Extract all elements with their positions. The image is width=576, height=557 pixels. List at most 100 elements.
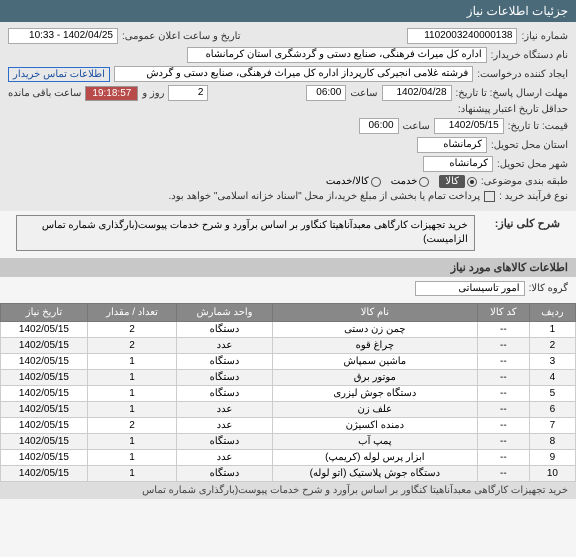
th-idx: ردیف (529, 304, 575, 322)
th-unit: واحد شمارش (177, 304, 273, 322)
cell-idx: 6 (529, 402, 575, 418)
items-header: اطلاعات کالاهای مورد نیاز (0, 258, 576, 277)
cell-unit: دستگاه (177, 322, 273, 338)
cell-date: 1402/05/15 (1, 354, 88, 370)
announce-value: 1402/04/25 - 10:33 (8, 28, 118, 44)
ship-province-label: استان محل تحویل: (491, 140, 568, 151)
purchase-checkbox[interactable] (484, 191, 495, 202)
cell-name: پمپ آب (272, 434, 477, 450)
need-no-value: 1102003240000138 (407, 28, 517, 44)
purchase-note: پرداخت تمام یا بخشی از مبلغ خرید،از محل … (8, 191, 480, 202)
cell-date: 1402/05/15 (1, 370, 88, 386)
table-row[interactable]: 3--ماشین سمپاشدستگاه11402/05/15 (1, 354, 576, 370)
ship-province: کرمانشاه (417, 137, 487, 153)
cell-unit: عدد (177, 450, 273, 466)
table-row[interactable]: 7--دمنده اکسیژنعدد21402/05/15 (1, 418, 576, 434)
cell-name: چمن زن دستی (272, 322, 477, 338)
announce-label: تاریخ و ساعت اعلان عمومی: (122, 31, 241, 42)
creator-label: ایجاد کننده درخواست: (477, 69, 568, 80)
ship-city: کرمانشاه (423, 156, 493, 172)
classify-opt-1-label: خدمت (391, 176, 418, 187)
cell-name: دستگاه جوش پلاستیک (اتو لوله) (272, 466, 477, 482)
cell-code: -- (477, 386, 529, 402)
footer-desc: خرید تجهیزات کارگاهی معبدآناهیتا کنگاور … (0, 482, 576, 499)
cell-name: ابزار پرس لوله (کریمپ) (272, 450, 477, 466)
radio-icon (467, 177, 477, 187)
cell-unit: عدد (177, 338, 273, 354)
cell-name: علف زن (272, 402, 477, 418)
contact-link[interactable]: اطلاعات تماس خریدار (8, 67, 110, 82)
cell-qty: 1 (87, 370, 176, 386)
cell-date: 1402/05/15 (1, 386, 88, 402)
page-header: جزئیات اطلاعات نیاز (0, 0, 576, 22)
classify-opt-2[interactable]: کالا/خدمت (326, 175, 381, 188)
radio-icon (419, 177, 429, 187)
table-row[interactable]: 6--علف زنعدد11402/05/15 (1, 402, 576, 418)
classify-opt-2-label: کالا/خدمت (326, 176, 369, 187)
page-title: جزئیات اطلاعات نیاز (467, 4, 568, 18)
cell-code: -- (477, 322, 529, 338)
cell-unit: دستگاه (177, 386, 273, 402)
cell-unit: دستگاه (177, 370, 273, 386)
classify-label: طبقه بندی موضوعی: (481, 176, 568, 187)
classify-opt-1[interactable]: خدمت (391, 175, 430, 188)
min-credit-date: 1402/04/28 (382, 85, 452, 101)
form-panel: شماره نیاز: 1102003240000138 تاریخ و ساع… (0, 22, 576, 211)
cell-unit: دستگاه (177, 434, 273, 450)
cell-idx: 10 (529, 466, 575, 482)
cell-code: -- (477, 402, 529, 418)
cell-idx: 8 (529, 434, 575, 450)
valid-to-label: قیمت: تا تاریخ: (508, 121, 568, 132)
th-code: کد کالا (477, 304, 529, 322)
group-label: گروه کالا: (529, 283, 568, 294)
valid-to-date: 1402/05/15 (434, 118, 504, 134)
cell-code: -- (477, 450, 529, 466)
th-qty: تعداد / مقدار (87, 304, 176, 322)
cell-date: 1402/05/15 (1, 466, 88, 482)
cell-qty: 1 (87, 466, 176, 482)
cell-idx: 1 (529, 322, 575, 338)
buyer-value: اداره کل میراث فرهنگی، صنایع دستی و گردش… (187, 47, 487, 63)
classify-opt-0[interactable]: کالا (439, 175, 477, 188)
cell-unit: عدد (177, 402, 273, 418)
table-row[interactable]: 5--دستگاه جوش لیزریدستگاه11402/05/15 (1, 386, 576, 402)
cell-date: 1402/05/15 (1, 402, 88, 418)
table-row[interactable]: 10--دستگاه جوش پلاستیک (اتو لوله)دستگاه1… (1, 466, 576, 482)
classify-radio-group: کالا خدمت کالا/خدمت (326, 175, 477, 188)
desc-label: شرح کلی نیاز: (487, 213, 568, 234)
cell-code: -- (477, 338, 529, 354)
cell-unit: دستگاه (177, 466, 273, 482)
table-row[interactable]: 4--موتور برقدستگاه11402/05/15 (1, 370, 576, 386)
purchase-type-label: نوع فرآیند خرید : (499, 191, 568, 202)
cell-idx: 7 (529, 418, 575, 434)
cell-idx: 4 (529, 370, 575, 386)
remain-label: ساعت باقی مانده (8, 88, 81, 99)
cell-name: دمنده اکسیژن (272, 418, 477, 434)
cell-name: موتور برق (272, 370, 477, 386)
table-header-row: ردیف کد کالا نام کالا واحد شمارش تعداد /… (1, 304, 576, 322)
cell-idx: 2 (529, 338, 575, 354)
items-table: ردیف کد کالا نام کالا واحد شمارش تعداد /… (0, 303, 576, 482)
cell-unit: عدد (177, 418, 273, 434)
cell-qty: 1 (87, 354, 176, 370)
table-row[interactable]: 1--چمن زن دستیدستگاه21402/05/15 (1, 322, 576, 338)
table-row[interactable]: 8--پمپ آبدستگاه11402/05/15 (1, 434, 576, 450)
cell-date: 1402/05/15 (1, 418, 88, 434)
remain-timer: 19:18:57 (85, 86, 138, 101)
radio-icon (371, 177, 381, 187)
creator-value: فرشته غلامی انجیرکی کارپرداز اداره کل می… (114, 66, 473, 82)
buyer-label: نام دستگاه خریدار: (491, 50, 568, 61)
cell-date: 1402/05/15 (1, 450, 88, 466)
cell-qty: 1 (87, 434, 176, 450)
need-no-label: شماره نیاز: (521, 31, 568, 42)
table-row[interactable]: 2--چراغ قوهعدد21402/05/15 (1, 338, 576, 354)
table-row[interactable]: 9--ابزار پرس لوله (کریمپ)عدد11402/05/15 (1, 450, 576, 466)
th-date: تاریخ نیاز (1, 304, 88, 322)
days-value: 2 (168, 85, 208, 101)
cell-idx: 3 (529, 354, 575, 370)
cell-date: 1402/05/15 (1, 322, 88, 338)
cell-qty: 1 (87, 450, 176, 466)
cell-qty: 1 (87, 386, 176, 402)
classify-opt-0-label: کالا (439, 175, 465, 188)
send-deadline-label: مهلت ارسال پاسخ: تا تاریخ: (456, 88, 568, 99)
